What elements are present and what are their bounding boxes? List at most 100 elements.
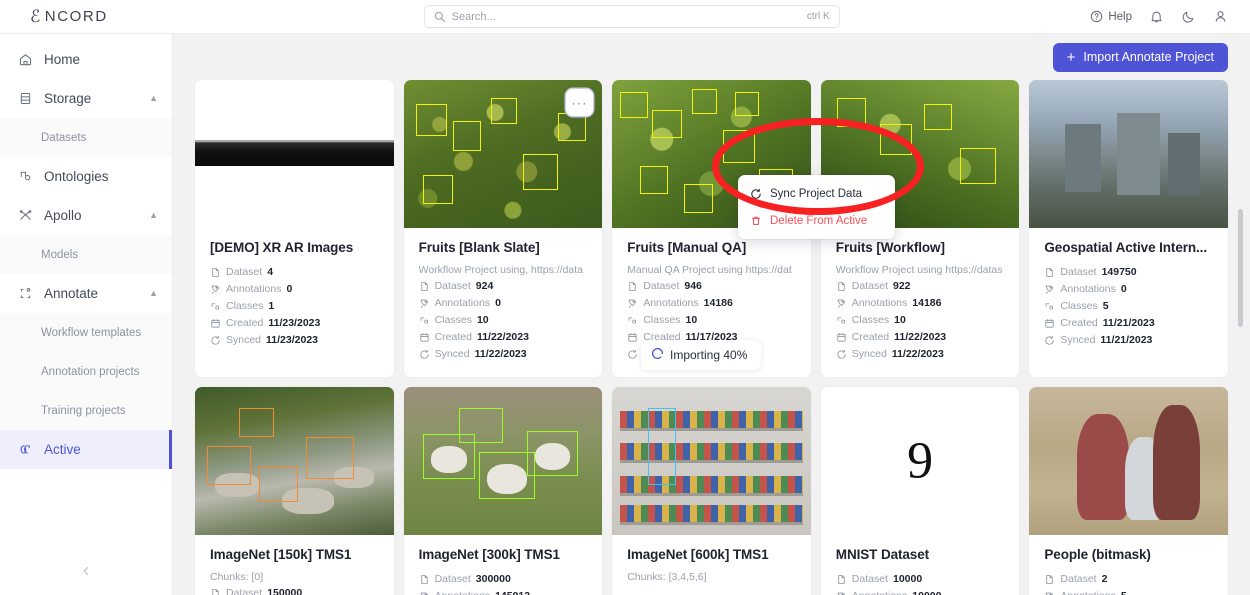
card-meta-label: Annotations: [1060, 283, 1116, 295]
chevron-up-icon: ▲: [149, 93, 158, 103]
user-icon[interactable]: [1213, 9, 1228, 24]
card-meta-label: Synced: [851, 348, 887, 360]
card-meta-label: Synced: [226, 334, 262, 346]
ontology-icon: [18, 169, 33, 184]
card-meta-label: Annotations: [226, 283, 282, 295]
card-more-options-button[interactable]: ···: [566, 89, 594, 116]
project-title: ImageNet [600k] TMS1: [627, 547, 769, 562]
brand-logo[interactable]: ℰ NCORD: [0, 8, 173, 25]
annotation-overlay: [404, 387, 603, 535]
card-meta-classes: Classes 5: [1044, 298, 1213, 315]
sidebar-item-label: Apollo: [44, 208, 82, 223]
project-card-body: People (bitmask) Dataset 2 Annotations 5…: [1029, 535, 1228, 595]
card-meta-dataset: Dataset 149750: [1044, 264, 1213, 281]
search-area: Search... ctrl K: [173, 5, 1090, 28]
project-card[interactable]: 9 MNIST Dataset Dataset 10000 Annotation…: [820, 387, 1020, 595]
sidebar-item-ontologies[interactable]: Ontologies: [0, 157, 172, 196]
card-meta-label: Annotations: [435, 588, 490, 595]
card-description: Workflow Project using https://datas: [835, 264, 1003, 276]
sidebar-item-datasets[interactable]: Datasets: [0, 118, 172, 157]
sidebar-item-label: Workflow templates: [41, 326, 142, 339]
card-meta-synced: Synced 11/22/2023: [419, 346, 588, 363]
card-meta-value: 149750: [1101, 266, 1137, 278]
card-meta-dataset: Dataset 10000: [836, 571, 1005, 588]
card-meta-value: 14186: [912, 297, 942, 309]
project-card[interactable]: Geospatial Active Intern... Dataset 1497…: [1029, 80, 1228, 377]
card-meta-value: 11/21/2023: [1102, 317, 1155, 329]
project-title: Fruits [Manual QA]: [627, 240, 747, 255]
card-meta-created: Created 11/23/2023: [210, 315, 379, 332]
sidebar-item-home[interactable]: Home: [0, 40, 172, 79]
sidebar-item-annotation-projects[interactable]: Annotation projects: [0, 352, 172, 391]
project-card-body: [DEMO] XR AR Images Dataset 4 Annotation…: [195, 228, 394, 363]
tag-icon: [210, 284, 221, 295]
sidebar-item-apollo[interactable]: Apollo ▲: [0, 196, 172, 235]
project-card[interactable]: ImageNet [150k] TMS1 Chunks: [0] Dataset…: [195, 387, 394, 595]
project-card[interactable]: [DEMO] XR AR Images Dataset 4 Annotation…: [195, 80, 394, 377]
card-meta-value: 946: [684, 280, 702, 292]
project-card[interactable]: ··· Fruits [Blank Slate] Workflow Projec…: [403, 80, 603, 377]
sidebar-item-training-projects[interactable]: Training projects: [0, 391, 172, 430]
card-meta-label: Dataset: [226, 266, 263, 278]
card-context-menu: Sync Project Data Delete From Active: [738, 175, 895, 239]
card-meta-label: Created: [1060, 317, 1098, 329]
card-meta-dataset: Dataset 4: [210, 264, 379, 281]
card-meta-value: 1: [268, 300, 275, 312]
search-input[interactable]: Search... ctrl K: [423, 5, 840, 28]
context-menu-item-sync-project-data[interactable]: Sync Project Data: [738, 180, 895, 207]
scrollbar-thumb[interactable]: [1238, 209, 1243, 327]
card-meta-value: 922: [892, 280, 911, 292]
project-card[interactable]: ImageNet [300k] TMS1 Dataset 300000 Anno…: [403, 387, 603, 595]
sidebar-item-storage[interactable]: Storage ▲: [0, 79, 172, 118]
card-meta-label: Dataset: [643, 280, 680, 292]
card-chunks: Chunks: [0]: [210, 571, 264, 583]
projects-scroll-area[interactable]: [DEMO] XR AR Images Dataset 4 Annotation…: [173, 80, 1250, 595]
main-header: + Import Annotate Project: [173, 34, 1250, 80]
sidebar-item-active[interactable]: Active: [0, 430, 172, 469]
file-icon: [419, 281, 430, 292]
sidebar-item-models[interactable]: Models: [0, 235, 172, 274]
sidebar-collapse-button[interactable]: [0, 547, 172, 595]
card-meta-label: Created: [226, 317, 264, 329]
active-icon: [18, 442, 33, 457]
help-button[interactable]: Help: [1090, 10, 1132, 23]
card-meta-label: Dataset: [851, 280, 888, 292]
vertical-scrollbar[interactable]: [1238, 34, 1244, 595]
project-title: ImageNet [150k] TMS1: [210, 547, 352, 562]
card-meta-label: Dataset: [434, 280, 471, 292]
main-content: + Import Annotate Project [DEMO] XR AR I…: [173, 34, 1250, 595]
sidebar-item-label: Annotation projects: [41, 365, 140, 378]
sidebar-item-workflow-templates[interactable]: Workflow templates: [0, 313, 172, 352]
card-meta-annotations: Annotations 0: [419, 295, 588, 312]
moon-icon[interactable]: [1181, 9, 1196, 24]
context-menu-item-delete-from-active[interactable]: Delete From Active: [738, 207, 895, 234]
project-thumbnail: 9: [820, 387, 1020, 535]
card-meta-value: 11/23/2023: [266, 334, 319, 346]
hierarchy-icon: [210, 301, 221, 312]
file-icon: [1044, 267, 1055, 278]
thumb-band: [195, 142, 394, 166]
sidebar-item-label: Models: [41, 248, 79, 261]
card-chunks: Chunks: [3,4,5,6]: [627, 571, 707, 583]
card-meta-annotations: Annotations 14186: [627, 295, 796, 312]
card-meta-label: Annotations: [643, 297, 699, 309]
import-annotate-project-button[interactable]: + Import Annotate Project: [1052, 42, 1228, 72]
card-meta-label: Annotations: [1060, 588, 1115, 595]
project-card[interactable]: ImageNet [600k] TMS1 Chunks: [3,4,5,6]: [612, 387, 811, 595]
project-title: Fruits [Workflow]: [835, 240, 945, 255]
project-card[interactable]: People (bitmask) Dataset 2 Annotations 5…: [1029, 387, 1228, 595]
trash-icon: [750, 215, 762, 227]
card-meta-classes: Classes 1: [210, 298, 379, 315]
chevron-up-icon: ▲: [149, 288, 158, 298]
sidebar-item-annotate[interactable]: Annotate ▲: [0, 274, 172, 313]
card-meta-classes: Classes 10: [627, 312, 796, 329]
card-meta-label: Annotations: [851, 297, 908, 309]
bell-icon[interactable]: [1149, 9, 1164, 24]
tag-icon: [627, 298, 638, 309]
encord-logo-icon: ℰ: [30, 7, 41, 26]
card-meta-dataset: Dataset 924: [419, 278, 588, 295]
project-card-body: ImageNet [300k] TMS1 Dataset 300000 Anno…: [404, 535, 603, 595]
chevron-up-icon: ▲: [149, 210, 158, 220]
search-icon: [434, 11, 445, 22]
card-meta-classes: Classes 10: [836, 312, 1005, 329]
